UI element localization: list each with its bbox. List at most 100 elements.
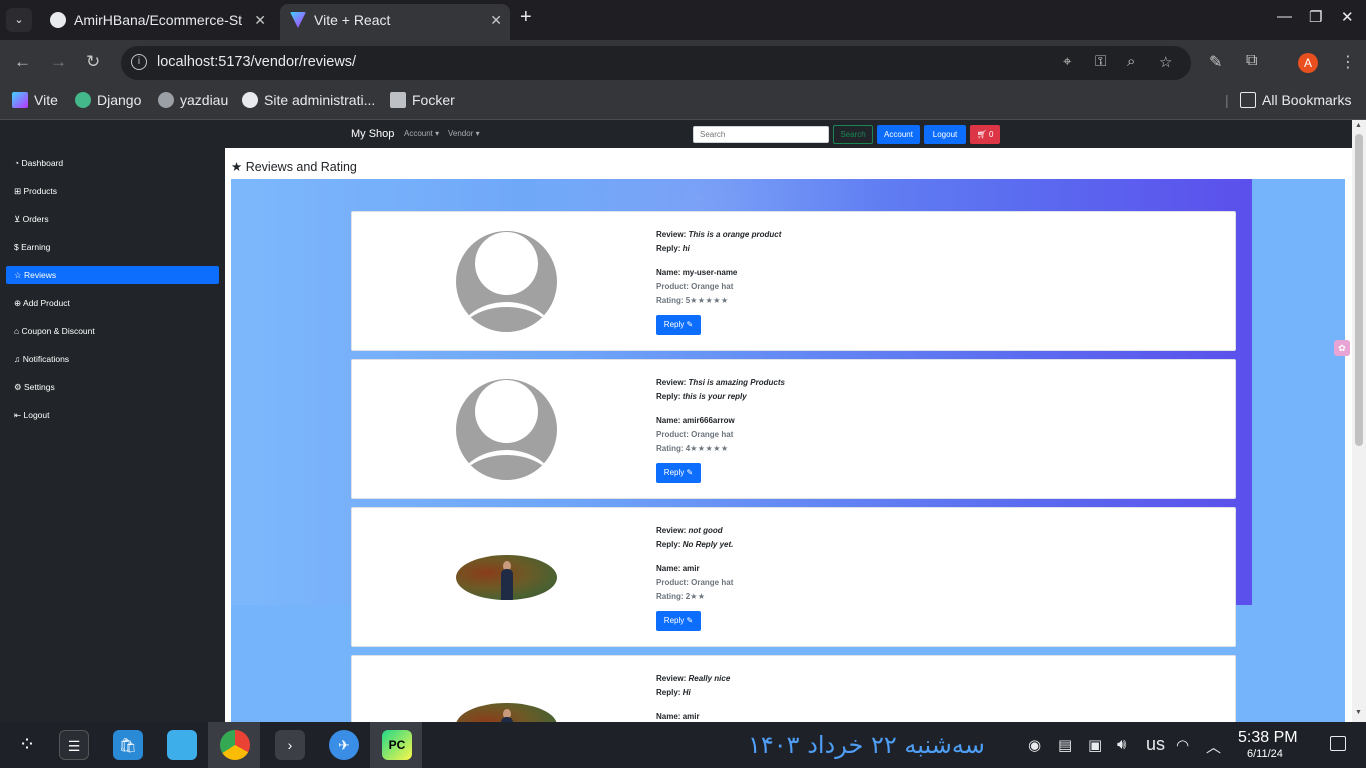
review-text: Thsi is amazing Products — [688, 378, 785, 387]
sidebar-item-reviews[interactable]: ☆ Reviews — [6, 266, 219, 284]
logout-button[interactable]: Logout — [924, 125, 966, 144]
sidebar-item-add-product[interactable]: ⊕ Add Product — [6, 294, 219, 312]
taskbar-pycharm[interactable]: PC — [370, 722, 422, 768]
vendor-dropdown[interactable]: Vendor ▾ — [448, 129, 480, 138]
avatar — [456, 703, 557, 722]
reviewer-name: amir — [682, 712, 700, 721]
github-icon — [50, 12, 66, 28]
account-dropdown[interactable]: Account ▾ — [404, 129, 439, 138]
maximize-icon[interactable]: ❐ — [1309, 8, 1322, 26]
review-card: Review: not good Reply: No Reply yet. Na… — [351, 507, 1236, 647]
browser-tab-vite[interactable]: Vite + React ✕ — [280, 4, 510, 40]
reply-button[interactable]: Reply ✎ — [656, 463, 701, 483]
key-icon[interactable]: ⚿ — [1095, 53, 1106, 70]
reload-icon[interactable]: ↻ — [86, 52, 100, 72]
all-bookmarks[interactable]: All Bookmarks — [1240, 92, 1351, 108]
taskbar-settings[interactable]: ☰ — [47, 722, 99, 768]
bookmarks-divider: | — [1225, 92, 1229, 108]
reply-button[interactable]: Reply ✎ — [656, 315, 701, 335]
taskbar-chrome[interactable] — [208, 722, 260, 768]
app-launcher[interactable]: ⁘ — [0, 722, 52, 768]
bookmark-yazdiau[interactable]: yazdiau — [158, 92, 228, 108]
account-button[interactable]: Account — [877, 125, 920, 144]
speedometer-icon: ◔ — [14, 158, 20, 168]
bookmark-focker[interactable]: Focker — [390, 92, 455, 108]
taskbar-terminal[interactable]: › — [263, 722, 315, 768]
terminal-icon: › — [275, 730, 305, 760]
bookmark-django[interactable]: Django — [75, 92, 141, 108]
show-desktop-icon[interactable] — [1330, 736, 1346, 751]
rating-stars: ★★★★★ — [690, 444, 729, 453]
back-icon[interactable]: ← — [14, 52, 31, 72]
vault-icon[interactable]: ▣ — [1088, 736, 1102, 754]
bookmark-vite[interactable]: Vite — [12, 92, 58, 108]
vite-icon — [12, 92, 28, 108]
minimize-icon[interactable]: — — [1277, 8, 1292, 25]
sidebar-item-settings[interactable]: ⚙ Settings — [6, 378, 219, 396]
browser-tab-bar: ⌄ AmirHBana/Ecommerce-St ✕ Vite + React … — [0, 0, 1366, 40]
taskbar-browser[interactable]: ✈ — [317, 722, 369, 768]
os-taskbar: ⁘ ☰ 🛍︎ › ✈ PC سه‌شنبه ۲۲ خرداد ۱۴۰۳ ◉ ▤ … — [0, 722, 1366, 768]
vite-icon — [290, 12, 306, 28]
tab-search-button[interactable]: ⌄ — [6, 8, 32, 32]
tab-title: Vite + React — [314, 12, 391, 28]
reply-button[interactable]: Reply ✎ — [656, 611, 701, 631]
extension-floating-icon[interactable]: ✿ — [1334, 340, 1350, 356]
globe-icon: ✈ — [329, 730, 359, 760]
scroll-up-icon[interactable]: ▲ — [1355, 122, 1362, 129]
url-text[interactable]: localhost:5173/vendor/reviews/ — [157, 54, 356, 70]
reply-text: Hi — [682, 688, 691, 697]
sidebar-item-orders[interactable]: ⊻ Orders — [6, 210, 219, 228]
django-icon — [75, 92, 91, 108]
address-bar[interactable]: i localhost:5173/vendor/reviews/ ⌖ ⚿ ⌕ ☆ — [121, 46, 1191, 80]
taskbar-store[interactable]: 🛍︎ — [101, 722, 153, 768]
browser-toolbar: ← → ↻ i localhost:5173/vendor/reviews/ ⌖… — [0, 40, 1366, 86]
close-tab-icon[interactable]: ✕ — [490, 4, 502, 36]
scroll-down-icon[interactable]: ▼ — [1355, 709, 1362, 716]
browser-tab-github[interactable]: AmirHBana/Ecommerce-St ✕ — [40, 4, 274, 40]
close-tab-icon[interactable]: ✕ — [254, 4, 266, 36]
clipboard-icon[interactable]: ▤ — [1058, 736, 1072, 754]
bookmark-star-icon[interactable]: ☆ — [1159, 53, 1172, 71]
zoom-icon[interactable]: ⌕ — [1127, 53, 1135, 70]
volume-icon[interactable]: 🔊︎ — [1117, 736, 1126, 753]
extensions-icon[interactable]: ⧉ — [1246, 52, 1257, 70]
new-tab-button[interactable]: + — [520, 6, 532, 29]
cart-button[interactable]: 🛒︎ 0 — [970, 125, 1000, 144]
review-text: not good — [688, 526, 723, 535]
sidebar-item-earning[interactable]: $ Earning — [6, 238, 219, 256]
scrollbar-thumb[interactable] — [1355, 134, 1363, 446]
clock-date[interactable]: 6/11/24 — [1247, 748, 1283, 760]
tray-expand-icon[interactable]: ︿ — [1206, 736, 1221, 757]
page-scrollbar[interactable]: ▲ ▼ — [1352, 120, 1366, 722]
clock-time[interactable]: 5:38 PM — [1238, 729, 1298, 747]
folder-icon — [167, 730, 197, 760]
brand-link[interactable]: My Shop — [351, 128, 394, 140]
search-input[interactable] — [693, 126, 829, 143]
close-window-icon[interactable]: ✕ — [1341, 8, 1354, 26]
reply-text: hi — [682, 244, 690, 253]
product-name: Orange hat — [691, 578, 734, 587]
location-icon[interactable]: ⌖ — [1063, 53, 1071, 70]
edit-icon[interactable]: ✎ — [1209, 52, 1222, 72]
page-title: ★ Reviews and Rating — [231, 160, 357, 174]
search-button[interactable]: Search — [833, 125, 873, 144]
rating-stars: ★★ — [690, 592, 706, 601]
review-text: This is a orange product — [688, 230, 782, 239]
network-status-icon[interactable]: ◉ — [1028, 736, 1041, 754]
sidebar-item-products[interactable]: ⊞ Products — [6, 182, 219, 200]
sidebar-item-logout[interactable]: ⇤ Logout — [6, 406, 219, 424]
sidebar-item-notifications[interactable]: ♫ Notifications — [6, 350, 219, 368]
star-icon: ★ — [231, 160, 243, 174]
forward-icon[interactable]: → — [50, 52, 67, 72]
menu-icon[interactable]: ⋮ — [1340, 52, 1356, 72]
sidebar-item-dashboard[interactable]: ◔ Dashboard — [6, 154, 219, 172]
bookmark-site-admin[interactable]: Site administrati... — [242, 92, 375, 108]
wifi-icon[interactable]: ◠ — [1176, 736, 1189, 754]
taskbar-files[interactable] — [155, 722, 207, 768]
keyboard-layout[interactable]: us — [1146, 734, 1165, 755]
site-info-icon[interactable]: i — [131, 54, 147, 70]
sidebar-item-coupon[interactable]: ⌂ Coupon & Discount — [6, 322, 219, 340]
web-page: My Shop Account ▾ Vendor ▾ Search Accoun… — [0, 120, 1366, 722]
profile-avatar[interactable]: A — [1298, 53, 1318, 73]
